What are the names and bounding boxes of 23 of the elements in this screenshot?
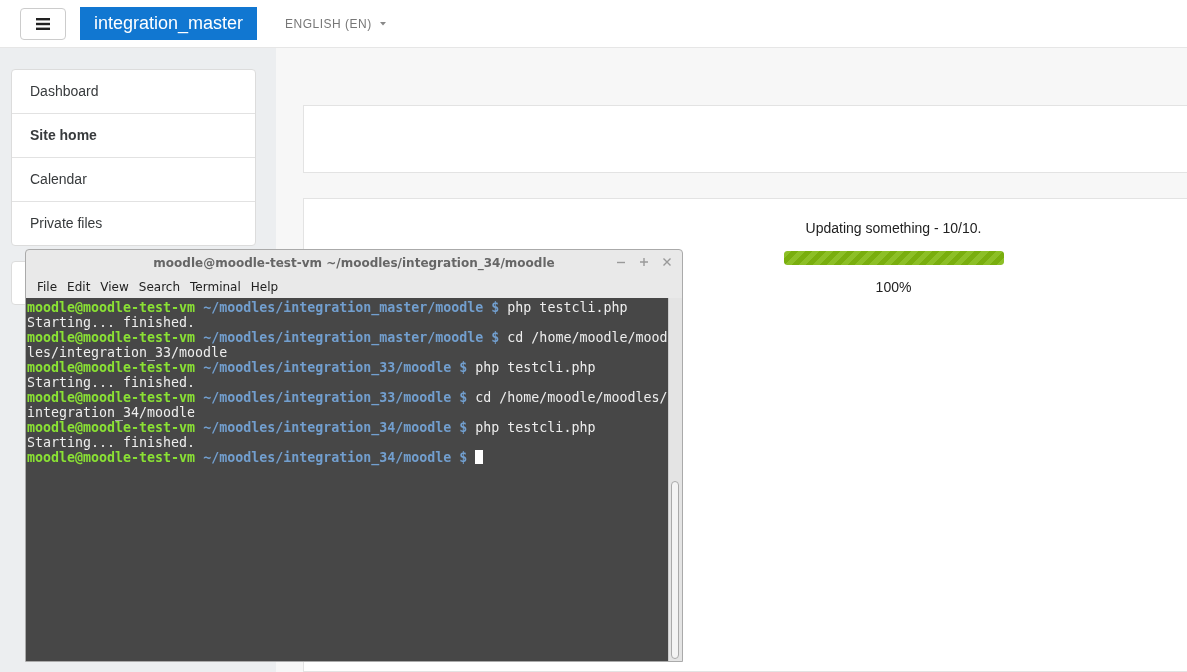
progress-percent: 100% (875, 279, 912, 295)
menu-item[interactable]: Edit (62, 279, 96, 294)
close-icon[interactable] (662, 257, 672, 267)
menu-item[interactable]: File (32, 279, 63, 294)
menu-item[interactable]: View (95, 279, 134, 294)
window-title: moodle@moodle-test-vm ~/moodles/integration_34/moodle (153, 255, 555, 270)
sidebar-item[interactable]: Private files (12, 202, 255, 245)
site-name-link[interactable]: integration_master (80, 7, 258, 40)
caret-icon (379, 21, 386, 26)
terminal-output: moodle@moodle-test-vm ~/moodles/integration_master/moodle $ php testcli.php Starting... finished. moodle@moodle-test-vm ~/moodles/integration_master/moodle $ cd /home/moodle/mood les/integration_33/moodle moodle@moodle-test-vm ~/moodles/integration_33/moodle $ php testcli.php Starting... finished. moodle@moodle-test-vm ~/moodles/integration_33/moodle $ cd /home/moodle/moodles/ integration_34/moodle moodle@moodle-test-vm ~/moodles/integration_34/moodle $ php testcli.php Starting... finished. moodle@moodle-test-vm ~/moodles/integration_34/moodle $ (26, 299, 668, 468)
menu-icon (36, 17, 50, 30)
maximize-icon[interactable] (639, 257, 649, 267)
sidebar-item[interactable]: Site home (12, 114, 255, 158)
scrollbar-thumb[interactable] (671, 481, 679, 659)
menu-item[interactable]: Search (133, 279, 186, 294)
menu-button[interactable] (20, 7, 66, 40)
progress-message: Updating something - 10/10. (805, 220, 982, 236)
sidebar-item[interactable]: Calendar (12, 158, 255, 202)
sidebar-item[interactable]: Dashboard (12, 70, 255, 114)
menu-item[interactable]: Terminal (185, 279, 246, 294)
scrollbar[interactable] (668, 298, 682, 661)
menu-item[interactable]: Help (245, 279, 284, 294)
language-menu[interactable]: ENGLISH (EN) (285, 16, 386, 31)
